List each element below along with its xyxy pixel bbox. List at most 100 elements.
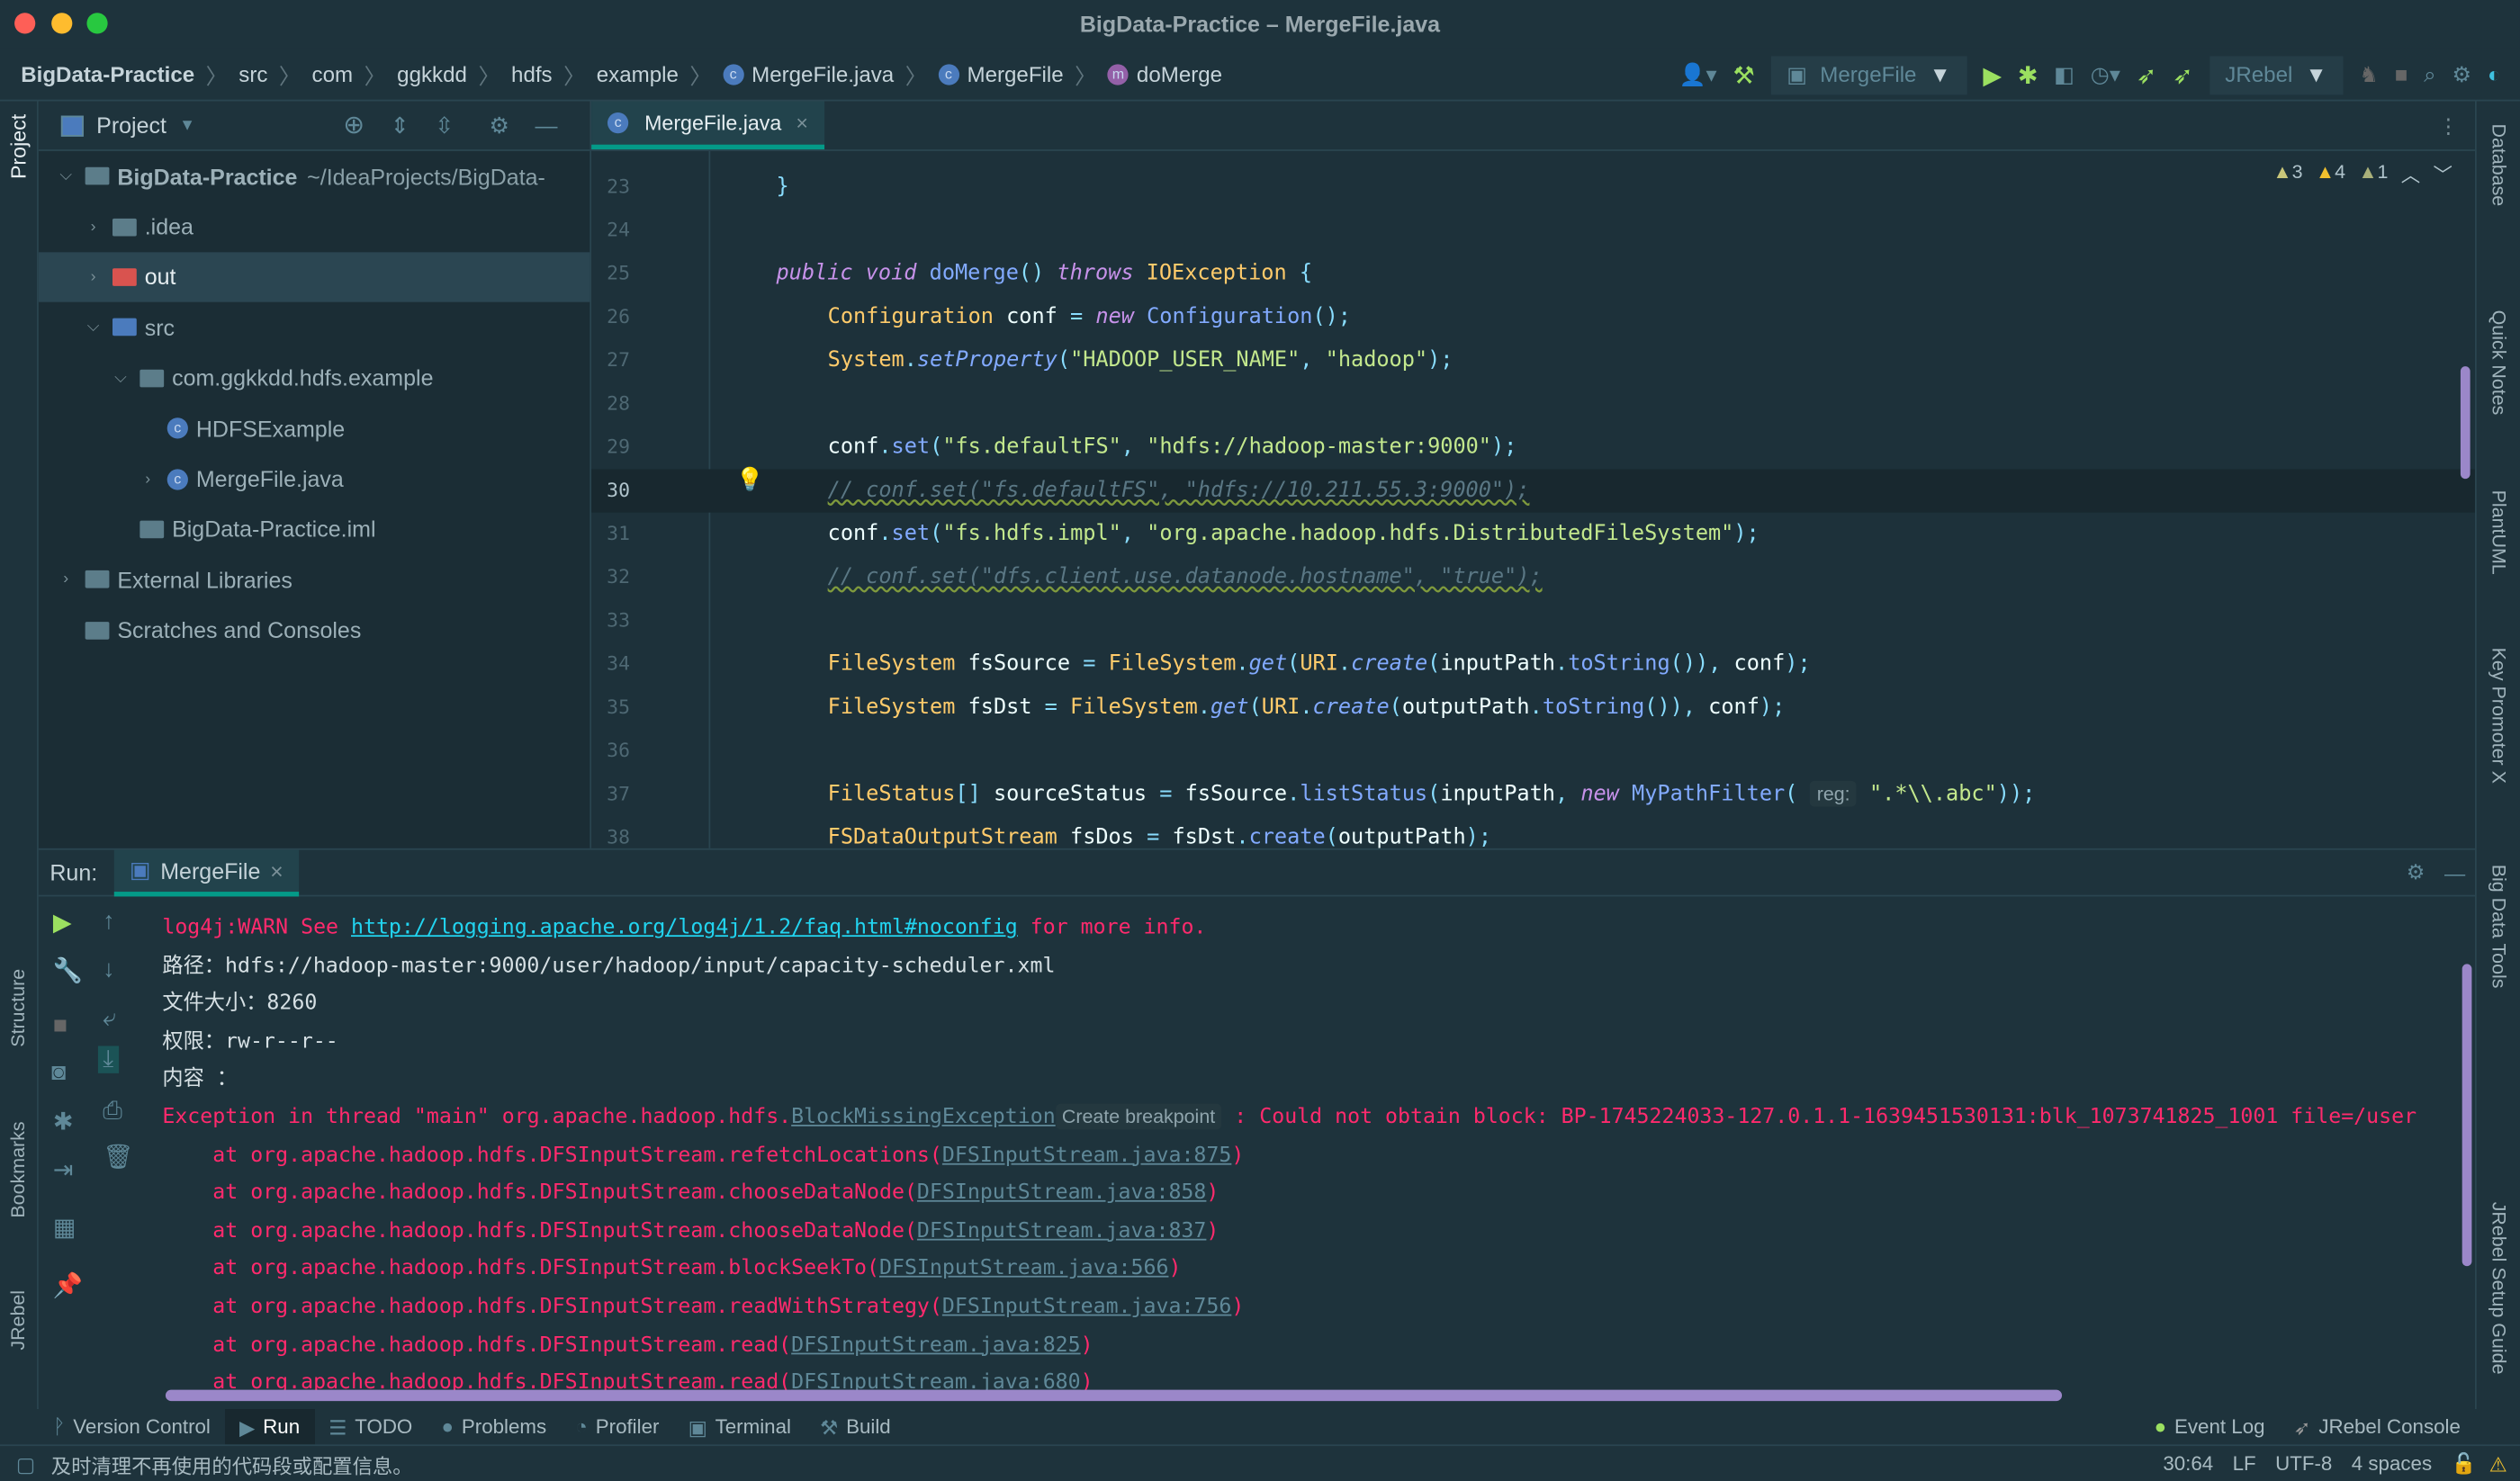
code-line[interactable]: 25 public void doMerge() throws IOExcepti… (591, 252, 2475, 295)
tree-item[interactable]: › out (38, 251, 590, 303)
quick-notes-tool-button[interactable]: Quick Notes (2488, 310, 2510, 416)
close-tab-icon[interactable]: × (796, 111, 808, 135)
caret-position[interactable]: 30:64 (2163, 1452, 2213, 1475)
toolbox-logo-icon[interactable]: ◐ (2488, 63, 2501, 87)
code-line[interactable]: 37 FileStatus[] sourceStatus = fsSource.l… (591, 773, 2475, 816)
run-config-dropdown[interactable]: ▣ MergeFile ▼ (1770, 55, 1967, 94)
notification-icon[interactable]: ⚠ (2489, 1451, 2507, 1476)
tool-profiler[interactable]: ◔ Profiler (561, 1409, 673, 1444)
console-link[interactable]: DFSInputStream.java:825 (791, 1333, 1080, 1357)
code-line[interactable]: 30 // conf.set("fs.defaultFS", "hdfs://10… (591, 469, 2475, 513)
console-link[interactable]: DFSInputStream.java:566 (879, 1257, 1168, 1281)
console-vertical-scrollbar[interactable] (2462, 964, 2472, 1267)
locate-file-icon[interactable]: ⊕ (343, 109, 364, 141)
console-output[interactable]: log4j:WARN See http://logging.apache.org… (162, 910, 2416, 1403)
console-link[interactable]: BlockMissingException (791, 1106, 1056, 1130)
jrebel-dropdown[interactable]: JRebel ▼ (2209, 55, 2344, 94)
key-promoter-tool-button[interactable]: Key Promoter X (2488, 648, 2510, 784)
pin-icon[interactable]: 📌 (53, 1270, 83, 1299)
breadcrumb-item[interactable]: BigData-Practice (21, 62, 194, 86)
hide-panel-icon[interactable]: — (535, 112, 557, 139)
build-hammer-icon[interactable]: ⚒ (1732, 60, 1754, 89)
gear-icon[interactable]: ⚙ (489, 112, 508, 139)
code-line[interactable]: 33 (591, 599, 2475, 642)
line-separator[interactable]: LF (2233, 1452, 2256, 1475)
editor-scrollbar[interactable] (2460, 366, 2470, 480)
console-link[interactable]: http://logging.apache.org/log4j/1.2/faq.… (351, 916, 1018, 940)
vcs-user-icon[interactable]: 👤▾ (1678, 62, 1716, 88)
tool-version-control[interactable]: ᚹ Version Control (39, 1409, 225, 1444)
jrebel-run-icon[interactable]: ➶ (2137, 60, 2156, 89)
console-link[interactable]: DFSInputStream.java:837 (917, 1219, 1206, 1243)
tree-item[interactable]: c HDFSExample (39, 403, 590, 453)
trash-icon[interactable]: 🗑 (103, 1143, 133, 1171)
lock-icon[interactable]: 🔓 (2452, 1451, 2477, 1476)
chevron-right-icon[interactable]: › (82, 218, 104, 236)
debug-bug-icon[interactable]: ✱ (2018, 60, 2038, 89)
code-line[interactable]: 35 FileSystem fsDst = FileSystem.get(URI.… (591, 686, 2475, 729)
tree-item[interactable]: ⌵ com.ggkkdd.hdfs.example (39, 353, 590, 403)
code-line[interactable]: 32 // conf.set("dfs.client.use.datanode.h… (591, 556, 2475, 599)
jrebel-tool-button[interactable]: JRebel (6, 1290, 29, 1351)
breadcrumb-item[interactable]: example (597, 62, 679, 86)
breadcrumb-item[interactable]: m doMerge (1107, 62, 1222, 86)
jrebel-attach-icon[interactable]: ♞ (2359, 62, 2379, 88)
stop-icon[interactable]: ■ (2395, 63, 2408, 87)
project-panel-title[interactable]: Project (96, 112, 166, 139)
breadcrumb-item[interactable]: src (238, 62, 267, 86)
print-icon[interactable]: ⎙ (103, 1098, 122, 1125)
breadcrumb-item[interactable]: ggkkdd (397, 62, 467, 86)
structure-tool-button[interactable]: Structure (6, 969, 29, 1047)
tool-build[interactable]: ⚒ Build (806, 1409, 905, 1444)
tool-problems[interactable]: ● Problems (427, 1409, 561, 1444)
code-lines[interactable]: 23} 24 25 public void doMerge() throws IOEx… (591, 166, 2475, 859)
bookmarks-tool-button[interactable]: Bookmarks (6, 1121, 29, 1217)
big-data-tools-button[interactable]: Big Data Tools (2488, 865, 2510, 989)
chevron-down-icon[interactable]: ⌵ (55, 167, 77, 185)
chevron-right-icon[interactable]: › (137, 470, 159, 488)
code-line[interactable]: 24 (591, 209, 2475, 252)
expand-all-icon[interactable]: ⇕ (391, 112, 410, 139)
file-encoding[interactable]: UTF-8 (2275, 1452, 2332, 1475)
up-arrow-icon[interactable]: ↑ (103, 908, 114, 935)
jrebel-setup-guide-button[interactable]: JRebel Setup Guide (2488, 1202, 2510, 1375)
database-tool-button[interactable]: Database (2488, 123, 2510, 206)
run-icon[interactable]: ▶ (1983, 60, 2002, 89)
close-tab-icon[interactable]: × (270, 857, 284, 884)
chevron-down-icon[interactable]: ▼ (179, 116, 195, 134)
lightbulb-icon[interactable]: 💡 (736, 466, 764, 493)
tree-item[interactable]: › External Libraries (39, 554, 590, 605)
toggle-tool-windows-icon[interactable]: ▢ (16, 1451, 35, 1476)
tree-item[interactable]: ⌵ BigData-Practice ~/IdeaProjects/BigData- (39, 151, 590, 202)
profile-icon[interactable]: ◷▾ (2091, 62, 2120, 88)
plantuml-tool-button[interactable]: PlantUML (2488, 490, 2510, 575)
jrebel-debug-icon[interactable]: ➶ (2173, 60, 2192, 89)
indent-setting[interactable]: 4 spaces (2352, 1452, 2432, 1475)
breadcrumb-item[interactable]: hdfs (511, 62, 553, 86)
console-link[interactable]: DFSInputStream.java:875 (942, 1144, 1231, 1168)
chevron-down-icon[interactable]: ⌵ (82, 319, 104, 337)
gear-icon[interactable]: ⚙ (2452, 62, 2472, 88)
hide-panel-icon[interactable]: — (2444, 860, 2465, 884)
project-tool-button[interactable]: Project (6, 114, 31, 179)
code-line[interactable]: 28 (591, 382, 2475, 426)
more-tabs-icon[interactable]: ⋮ (2422, 101, 2475, 149)
breadcrumb-item[interactable]: c MergeFile.java (722, 62, 894, 86)
gear-icon[interactable]: ⚙ (2407, 859, 2426, 885)
soft-wrap-icon[interactable]: ⤶ (103, 1004, 116, 1031)
tab-mergefile-java[interactable]: c MergeFile.java × (591, 101, 824, 150)
breadcrumb-item[interactable]: c MergeFile (938, 62, 1064, 86)
tree-item[interactable]: Scratches and Consoles (39, 605, 590, 655)
exit-icon[interactable]: ⇥ (53, 1155, 73, 1184)
tree-item[interactable]: › .idea (39, 202, 590, 252)
chevron-right-icon[interactable]: › (82, 268, 104, 286)
camera-icon[interactable]: ◙ (51, 1059, 66, 1086)
chevron-down-icon[interactable]: ⌵ (109, 369, 131, 387)
code-line[interactable]: 26 Configuration conf = new Configuration… (591, 296, 2475, 339)
collapse-all-icon[interactable]: ⇳ (435, 112, 454, 139)
code-line[interactable]: 29 conf.set("fs.defaultFS", "hdfs://hadoo… (591, 426, 2475, 469)
chevron-right-icon[interactable]: › (55, 570, 77, 588)
event-log-button[interactable]: ● Event Log (2139, 1409, 2279, 1444)
tree-item[interactable]: ⌵ src (39, 302, 590, 353)
jrebel-console-button[interactable]: ➶ JRebel Console (2280, 1409, 2475, 1444)
